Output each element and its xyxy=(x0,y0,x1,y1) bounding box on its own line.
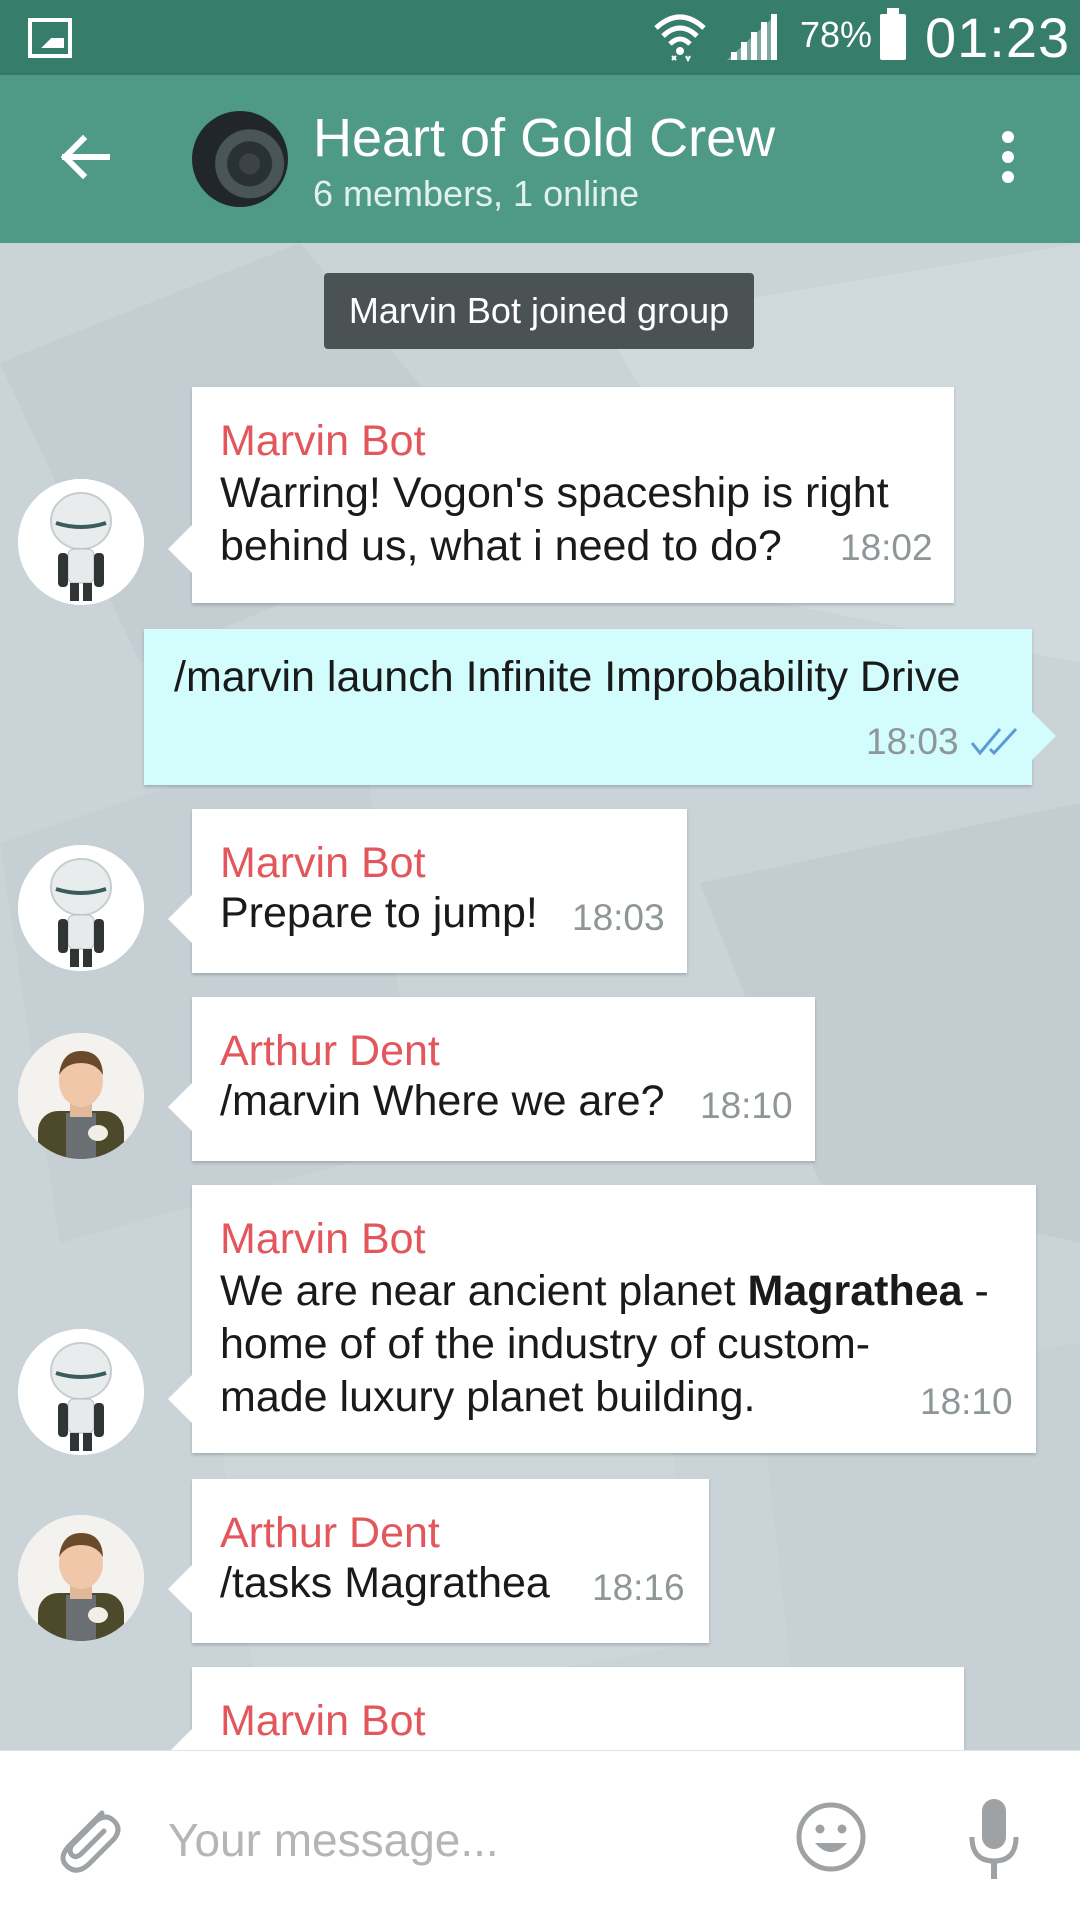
message-list[interactable]: Marvin Bot joined group Marvin Bot Warri… xyxy=(0,243,1080,1750)
back-arrow-icon[interactable] xyxy=(55,127,115,187)
avatar-marvin-bot[interactable] xyxy=(18,479,144,605)
message-line: home of of the industry of custom- xyxy=(220,1320,871,1368)
message-text: /marvin launch Infinite Improbability Dr… xyxy=(174,653,961,701)
sender-name[interactable]: Arthur Dent xyxy=(220,1027,440,1076)
microphone-icon[interactable] xyxy=(964,1797,1024,1883)
message-text: Warring! Vogon's spaceship is right behi… xyxy=(220,467,889,573)
message-time: 18:03 xyxy=(572,897,665,938)
read-receipt-icon xyxy=(970,727,1018,756)
message-time: 18:03 xyxy=(866,721,959,762)
sender-name[interactable]: Marvin Bot xyxy=(220,1215,426,1264)
message-bubble[interactable]: Marvin Bot Prepare to jump! 18:03 xyxy=(168,809,687,973)
message-time: 18:16 xyxy=(592,1567,685,1608)
message-line: behind us, what i need to do? xyxy=(220,522,782,570)
chat-header: Heart of Gold Crew 6 members, 1 online xyxy=(0,75,1080,243)
sender-name[interactable]: Marvin Bot xyxy=(220,1697,426,1746)
message-text: /marvin Where we are? xyxy=(220,1077,665,1125)
message-bubble[interactable]: Marvin Bot xyxy=(168,1667,964,1750)
message-bubble-outgoing[interactable]: /marvin launch Infinite Improbability Dr… xyxy=(144,629,1056,785)
emoji-icon[interactable] xyxy=(795,1801,867,1873)
sender-name[interactable]: Marvin Bot xyxy=(220,417,426,466)
message-input[interactable] xyxy=(166,1809,770,1871)
message-text: Prepare to jump! xyxy=(220,889,538,937)
message-time: 18:10 xyxy=(700,1085,793,1126)
avatar-marvin-bot[interactable] xyxy=(18,1329,144,1455)
avatar-arthur-dent[interactable] xyxy=(18,1033,144,1159)
group-members-status: 6 members, 1 online xyxy=(313,173,640,214)
more-options-icon[interactable] xyxy=(1000,131,1016,187)
wifi-icon xyxy=(654,14,706,63)
message-text: /tasks Magrathea xyxy=(220,1559,550,1607)
message-line: made luxury planet building. xyxy=(220,1373,756,1421)
service-message: Marvin Bot joined group xyxy=(324,273,754,349)
message-line: We are near ancient planet Magrathea - xyxy=(220,1267,989,1315)
message-text: We are near ancient planet Magrathea - h… xyxy=(220,1265,989,1424)
message-bubble[interactable]: Arthur Dent /tasks Magrathea 18:16 xyxy=(168,1479,709,1643)
status-bar: 78% 01:23 xyxy=(0,0,1080,75)
paperclip-icon[interactable] xyxy=(50,1799,122,1879)
message-bubble[interactable]: Marvin Bot Warring! Vogon's spaceship is… xyxy=(168,387,954,603)
planet-name: Magrathea xyxy=(747,1267,963,1315)
message-bubble[interactable]: Marvin Bot We are near ancient planet Ma… xyxy=(168,1185,1036,1453)
gallery-notification-icon xyxy=(28,18,72,58)
group-title[interactable]: Heart of Gold Crew xyxy=(313,107,775,169)
sender-name[interactable]: Arthur Dent xyxy=(220,1509,440,1558)
message-bubble[interactable]: Arthur Dent /marvin Where we are? 18:10 xyxy=(168,997,815,1161)
message-time: 18:02 xyxy=(840,527,933,568)
sender-name[interactable]: Marvin Bot xyxy=(220,839,426,888)
avatar-marvin-bot[interactable] xyxy=(18,845,144,971)
group-avatar[interactable] xyxy=(192,111,288,207)
avatar-arthur-dent[interactable] xyxy=(18,1515,144,1641)
message-composer xyxy=(0,1750,1080,1921)
message-time: 18:10 xyxy=(920,1381,1013,1422)
clock: 01:23 xyxy=(925,6,1071,69)
battery-percent: 78% xyxy=(800,14,873,55)
message-line: Warring! Vogon's spaceship is right xyxy=(220,469,889,517)
signal-icon xyxy=(727,14,777,60)
battery-icon xyxy=(880,8,906,60)
